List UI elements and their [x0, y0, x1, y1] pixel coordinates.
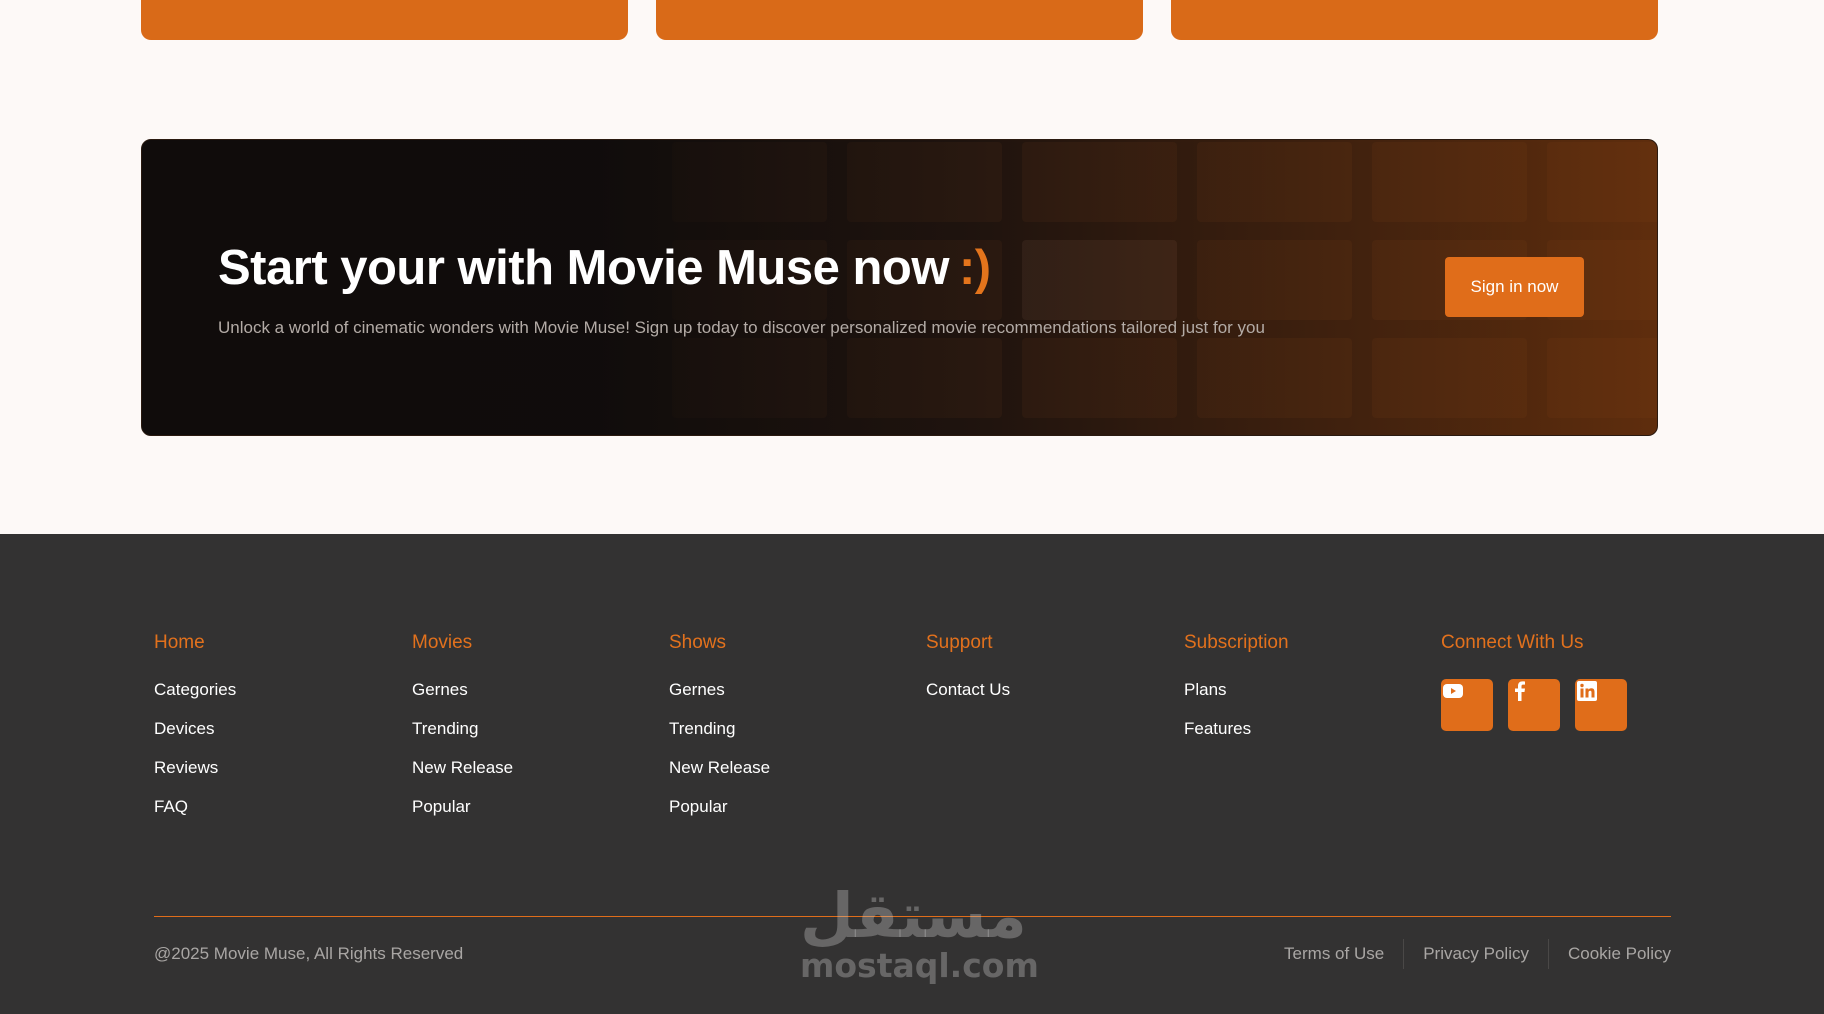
footer-heading: Home	[154, 632, 205, 653]
cta-banner: Start your with Movie Muse now:) Unlock …	[141, 139, 1658, 436]
footer-heading: Connect With Us	[1441, 632, 1584, 653]
watermark: مستقل mostaql.com	[800, 879, 1039, 985]
footer-link[interactable]: Reviews	[154, 757, 394, 779]
social-links	[1441, 679, 1681, 748]
footer-link[interactable]: Contact Us	[926, 679, 1166, 701]
footer-column-shows: Shows Gernes Trending New Release Popular	[669, 632, 909, 835]
youtube-icon[interactable]	[1441, 679, 1493, 731]
plan-cards-row	[141, 0, 1658, 40]
footer-link[interactable]: Gernes	[412, 679, 652, 701]
footer-link[interactable]: Categories	[154, 679, 394, 701]
footer-link[interactable]: Popular	[669, 796, 909, 818]
sign-in-button[interactable]: Sign in now	[1445, 257, 1584, 317]
cookie-policy-link[interactable]: Cookie Policy	[1548, 939, 1671, 969]
footer-heading: Subscription	[1184, 632, 1289, 653]
legal-links: Terms of Use Privacy Policy Cookie Polic…	[1265, 939, 1671, 969]
copyright-text: @2025 Movie Muse, All Rights Reserved	[154, 944, 464, 963]
footer-link[interactable]: Features	[1184, 718, 1424, 740]
footer-heading: Shows	[669, 632, 727, 653]
footer-link[interactable]: Trending	[412, 718, 652, 740]
cta-title: Start your with Movie Muse now:)	[218, 240, 991, 296]
footer-link[interactable]: Plans	[1184, 679, 1424, 701]
footer-column-home: Home Categories Devices Reviews FAQ	[154, 632, 394, 835]
footer-link[interactable]: Gernes	[669, 679, 909, 701]
footer-heading: Movies	[412, 632, 473, 653]
footer-column-connect: Connect With Us	[1441, 632, 1681, 748]
plan-card	[141, 0, 628, 40]
plan-card	[656, 0, 1143, 40]
privacy-policy-link[interactable]: Privacy Policy	[1403, 939, 1548, 969]
watermark-latin: mostaql.com	[800, 946, 1039, 985]
footer-heading: Support	[926, 632, 993, 653]
footer-link[interactable]: New Release	[669, 757, 909, 779]
facebook-icon[interactable]	[1508, 679, 1560, 731]
footer-column-movies: Movies Gernes Trending New Release Popular	[412, 632, 652, 835]
footer-link[interactable]: Devices	[154, 718, 394, 740]
terms-of-use-link[interactable]: Terms of Use	[1265, 939, 1403, 969]
watermark-arabic: مستقل	[800, 879, 1027, 952]
plan-card	[1171, 0, 1658, 40]
linkedin-icon[interactable]	[1575, 679, 1627, 731]
footer-link[interactable]: New Release	[412, 757, 652, 779]
footer-link[interactable]: Trending	[669, 718, 909, 740]
footer-column-subscription: Subscription Plans Features	[1184, 632, 1424, 757]
footer-link[interactable]: Popular	[412, 796, 652, 818]
footer-link[interactable]: FAQ	[154, 796, 394, 818]
cta-title-text: Start your with Movie Muse now	[218, 241, 949, 295]
footer-column-support: Support Contact Us	[926, 632, 1166, 718]
cta-smile: :)	[958, 241, 991, 295]
cta-subtitle: Unlock a world of cinematic wonders with…	[218, 318, 1265, 337]
